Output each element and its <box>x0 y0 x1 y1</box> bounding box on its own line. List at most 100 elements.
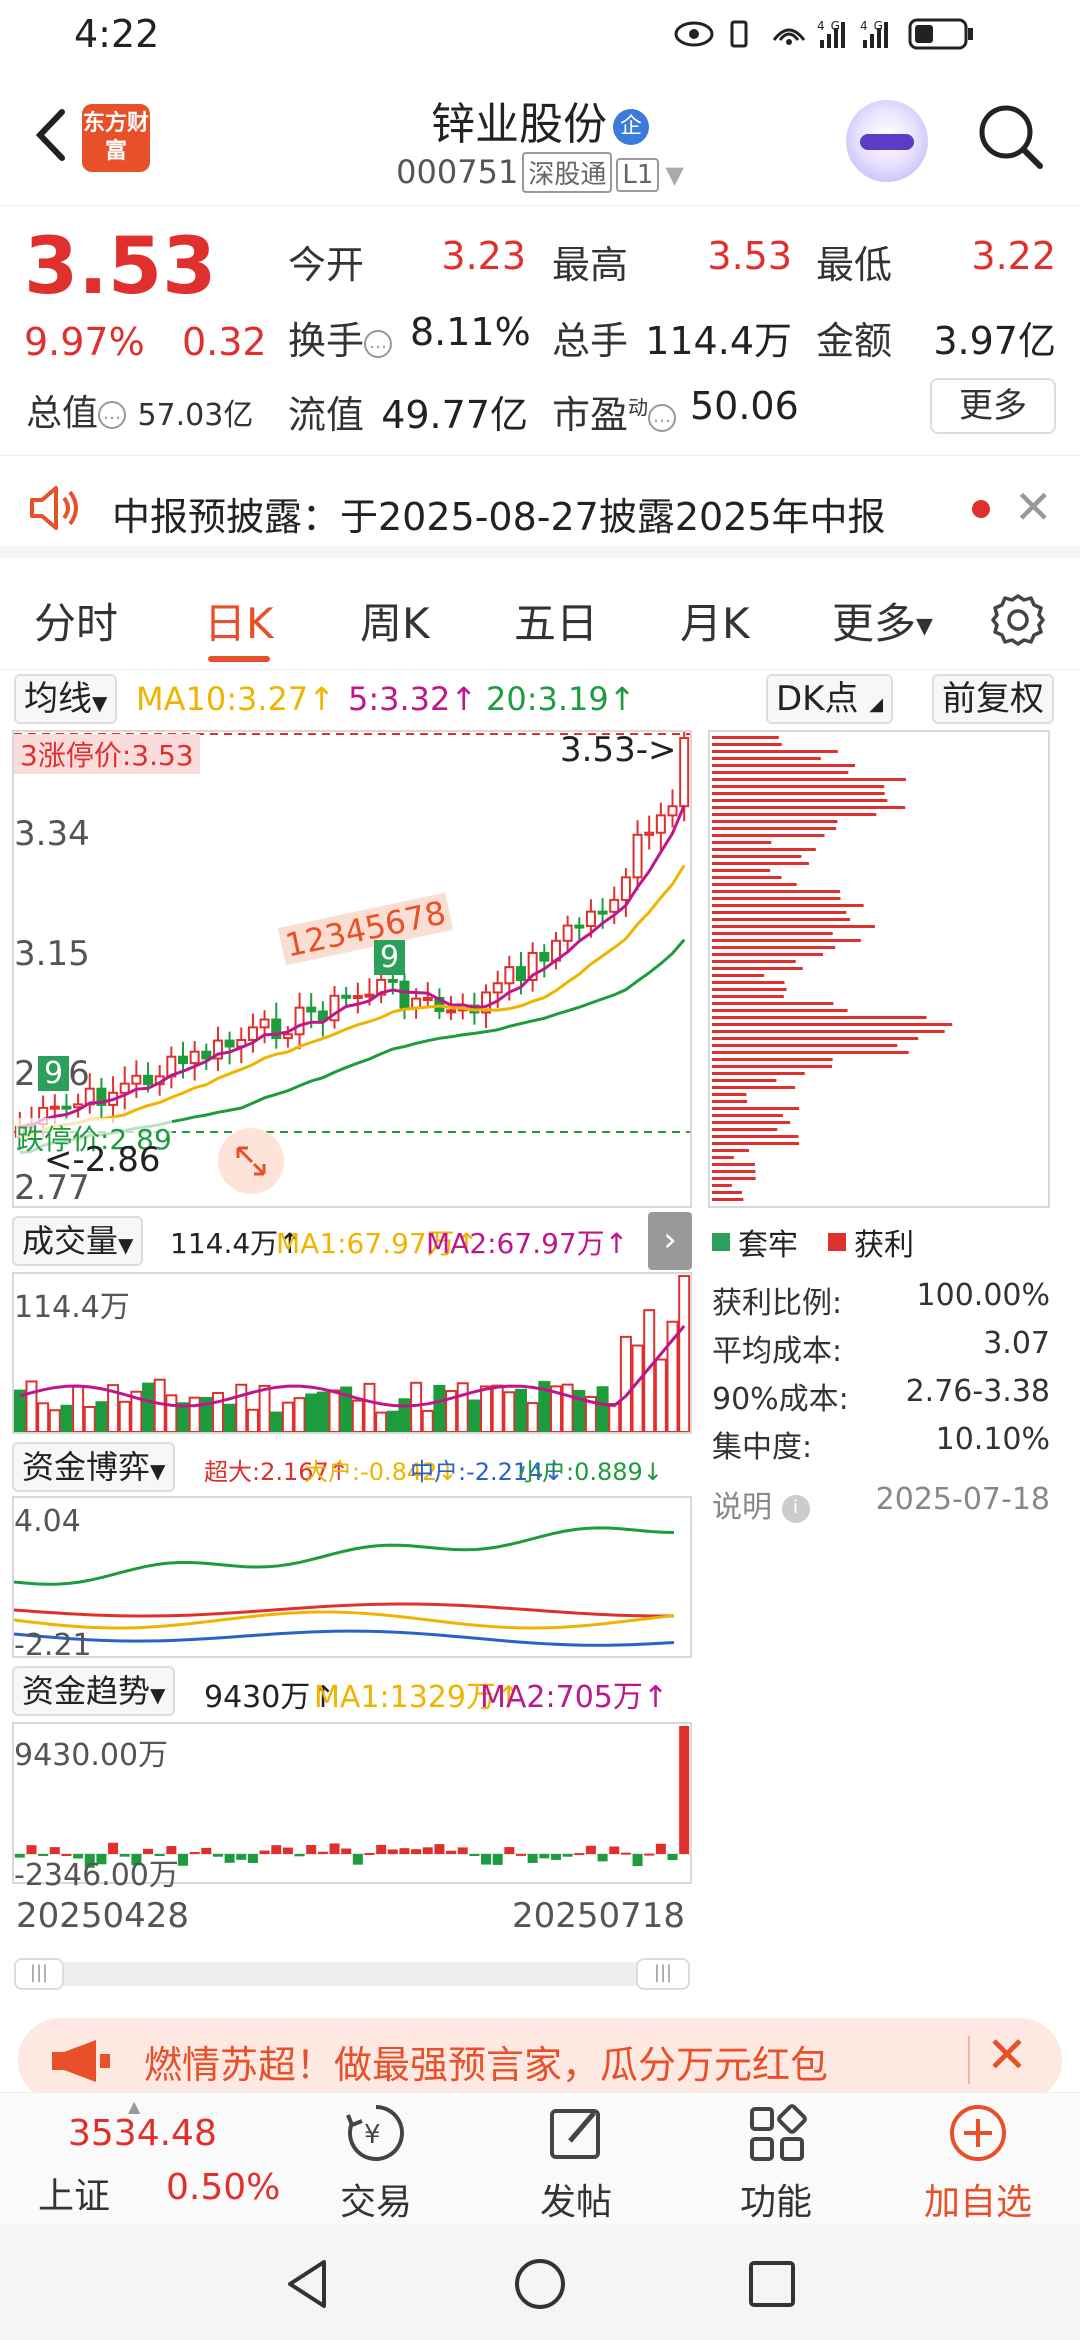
expand-panel-button[interactable]: › <box>648 1212 692 1270</box>
volume-bar <box>480 1385 493 1433</box>
fund-trend-bar <box>224 1854 235 1863</box>
volume-bar <box>433 1384 446 1433</box>
volume-bar <box>363 1382 376 1433</box>
volume-selector[interactable]: 成交量▼ <box>12 1216 144 1266</box>
edit-icon <box>550 2109 600 2159</box>
adjust-button[interactable]: 前复权 <box>932 674 1054 724</box>
candle-body <box>655 814 666 834</box>
close-icon[interactable]: ✕ <box>986 2026 1028 2084</box>
chip-bar <box>712 932 833 935</box>
chip-bar <box>712 1128 778 1131</box>
legend-swatch-red <box>828 1233 846 1251</box>
chip-bar <box>712 1065 833 1068</box>
fund-trend-bar <box>679 1726 690 1854</box>
candle-body <box>492 982 503 994</box>
chip-row-label: 90%成本: <box>712 1382 849 1417</box>
stock-name: 锌业股份 <box>431 99 607 150</box>
turnover-value: 8.11% <box>410 310 531 354</box>
fund-game-chart[interactable] <box>12 1496 692 1658</box>
high-value: 3.53 <box>707 234 792 278</box>
chip-bar <box>712 862 809 865</box>
chip-distribution-chart[interactable] <box>708 730 1050 1208</box>
tab-intraday[interactable]: 分时 <box>34 590 118 651</box>
enterprise-tag: 企 <box>613 109 649 145</box>
candle-body <box>131 1074 142 1085</box>
volume-bar <box>25 1380 38 1434</box>
fund-trend-bar <box>189 1852 200 1855</box>
index-ticker[interactable]: ▲ 3534.48 上证 0.50% <box>0 2093 280 2225</box>
volume-bar <box>631 1344 644 1433</box>
home-circle-icon[interactable] <box>512 2256 568 2312</box>
fund-trend-selector[interactable]: 资金趋势▼ <box>12 1666 176 1716</box>
expand-chart-button[interactable] <box>218 1128 284 1194</box>
fund-trend-bar <box>201 1847 212 1854</box>
fund-trend-bar <box>481 1854 492 1865</box>
volume-bar <box>561 1383 574 1433</box>
chip-bar <box>712 855 802 858</box>
legend-profit: 获利 <box>854 1228 914 1263</box>
close-icon[interactable]: ✕ <box>1014 480 1053 534</box>
high-label: 最高 <box>552 243 629 287</box>
candle-body <box>679 737 690 808</box>
more-button[interactable]: 更多 <box>930 378 1056 434</box>
range-handle-right[interactable]: ||| <box>636 1958 690 1990</box>
system-nav-bar <box>0 2224 1080 2340</box>
volume-bar <box>72 1385 85 1433</box>
market-cap[interactable]: 总值… 57.03亿 <box>26 384 253 436</box>
speaker-icon <box>30 486 78 530</box>
status-icons-svg: 4G 4G <box>674 18 973 50</box>
dk-point-button[interactable]: DK点 ◢ <box>766 674 894 724</box>
indicator-selector[interactable]: 均线▼ <box>14 674 118 724</box>
grid-icon <box>750 2104 807 2161</box>
notice-text: 中报预披露：于2025-08-27披露2025年中报 <box>112 495 886 539</box>
chip-bar <box>712 827 837 830</box>
pe-value: 50.06 <box>690 384 799 428</box>
fund-trend-bar <box>655 1843 666 1854</box>
fund-trend-bar <box>352 1854 363 1865</box>
candle-body <box>644 831 655 836</box>
range-scrollbar[interactable]: ||| ||| <box>14 1958 690 1990</box>
market-tag: 深股通 <box>522 152 613 193</box>
chip-bar <box>712 876 782 879</box>
chip-bar <box>712 1002 834 1005</box>
tab-weekly-k[interactable]: 周K <box>360 590 430 651</box>
td-signal-badge: 9 <box>374 940 406 975</box>
tab-daily-k[interactable]: 日K <box>204 590 274 651</box>
index-value: 3534.48 <box>68 2113 217 2154</box>
y-tick-label: 3.15 <box>14 934 90 974</box>
chip-row-label: 集中度: <box>712 1430 813 1465</box>
chip-bar <box>712 1023 953 1026</box>
fund-trend-bottom-label: -2346.00万 <box>14 1858 179 1893</box>
volume-bar <box>223 1403 236 1434</box>
fund-small-line <box>13 1526 675 1586</box>
candle-body <box>259 1018 270 1029</box>
change-amount: 0.32 <box>182 320 267 364</box>
chip-bar <box>712 1191 742 1194</box>
notice-bar[interactable]: 中报预披露：于2025-08-27披露2025年中报 ✕ <box>0 458 1080 558</box>
chip-bar <box>712 1149 749 1152</box>
tab-five-day[interactable]: 五日 <box>514 590 598 651</box>
fund-game-selector[interactable]: 资金博弈▼ <box>12 1442 176 1492</box>
promo-banner[interactable]: 燃情苏超！做最强预言家，瓜分万元红包 ✕ <box>18 2018 1062 2102</box>
search-icon[interactable] <box>976 102 1046 172</box>
tab-monthly-k[interactable]: 月K <box>680 590 750 651</box>
change-percent: 9.97% <box>24 320 145 364</box>
recents-square-icon[interactable] <box>744 2256 800 2312</box>
range-handle-left[interactable]: ||| <box>14 1958 64 1990</box>
banner-divider <box>968 2036 970 2084</box>
gear-icon[interactable] <box>990 592 1046 648</box>
status-bar: 4:22 4G 4G <box>0 0 1080 72</box>
chip-bar <box>712 883 797 886</box>
chip-bar <box>712 925 875 928</box>
fund-trend-bar <box>574 1853 585 1856</box>
info-icon: … <box>364 329 393 358</box>
back-triangle-icon[interactable] <box>280 2256 336 2312</box>
chip-bar <box>712 1072 805 1075</box>
chip-bar <box>712 1016 927 1019</box>
megaphone-icon <box>52 2040 110 2082</box>
tab-more[interactable]: 更多▼ <box>832 590 933 651</box>
assistant-avatar[interactable] <box>846 100 928 182</box>
chip-note[interactable]: 说明 i <box>712 1482 810 1526</box>
fund-trend-bar <box>516 1853 526 1856</box>
candle-body <box>411 997 422 1009</box>
